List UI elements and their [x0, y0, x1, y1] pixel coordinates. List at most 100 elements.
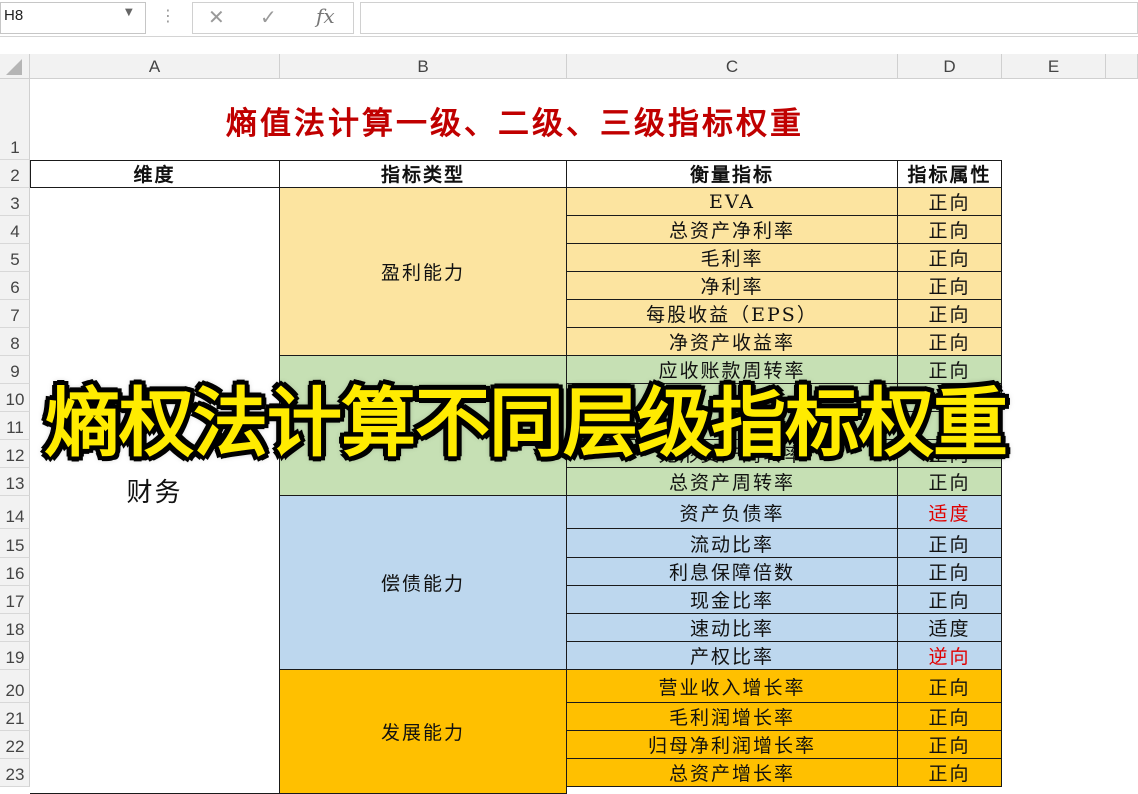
row-header[interactable]: 3	[0, 188, 30, 216]
metric-attribute-cell[interactable]: 正向	[898, 703, 1002, 731]
metric-name-cell[interactable]: 营业收入增长率	[567, 670, 898, 703]
metric-name-cell[interactable]: 流动比率	[567, 529, 898, 558]
chevron-down-icon[interactable]: ▼	[125, 7, 133, 18]
column-header-e[interactable]: E	[1002, 54, 1106, 79]
row-header[interactable]: 21	[0, 703, 30, 731]
metric-name-cell[interactable]: 速动比率	[567, 614, 898, 642]
row-number: 14	[5, 507, 25, 526]
row-header[interactable]: 12	[0, 440, 30, 468]
metric-attribute-cell[interactable]: 正向	[898, 188, 1002, 216]
select-all-icon	[6, 59, 22, 75]
row-header[interactable]: 7	[0, 300, 30, 328]
header-indicator-type: 指标类型	[280, 160, 567, 188]
metric-attribute-cell[interactable]: 正向	[898, 328, 1002, 356]
column-header-extra[interactable]	[1106, 54, 1138, 79]
overlay-banner: 熵权法计算不同层级指标权重	[45, 379, 1008, 467]
indicator-type-cell[interactable]: 发展能力	[280, 670, 567, 794]
row-header[interactable]: 20	[0, 670, 30, 703]
check-icon[interactable]: ✓	[260, 5, 277, 29]
dimension-cell[interactable]: 财务	[30, 188, 280, 794]
metric-attribute-cell[interactable]: 正向	[898, 468, 1002, 496]
row-header[interactable]: 2	[0, 160, 30, 188]
row-number: 22	[5, 737, 25, 756]
more-icon: ⋮	[160, 6, 176, 25]
metric-name-cell[interactable]: 资产负债率	[567, 496, 898, 529]
metric-attribute-cell[interactable]: 正向	[898, 244, 1002, 272]
row-header[interactable]: 13	[0, 468, 30, 496]
row-number: 17	[5, 592, 25, 611]
metric-attribute-cell[interactable]: 适度	[898, 496, 1002, 529]
row-header[interactable]: 9	[0, 356, 30, 384]
column-header-c[interactable]: C	[567, 54, 898, 79]
row-number: 18	[5, 620, 25, 639]
metric-name-cell[interactable]: 产权比率	[567, 642, 898, 670]
header-dimension: 维度	[30, 160, 280, 188]
row-number: 19	[5, 648, 25, 667]
metric-attribute-cell[interactable]: 逆向	[898, 642, 1002, 670]
column-header-d[interactable]: D	[898, 54, 1002, 79]
column-header-b[interactable]: B	[280, 54, 567, 79]
row-header[interactable]: 17	[0, 586, 30, 614]
row-number: 5	[10, 250, 20, 269]
metric-attribute-cell[interactable]: 正向	[898, 670, 1002, 703]
row-header[interactable]: 11	[0, 412, 30, 440]
indicator-type-cell[interactable]: 偿债能力	[280, 496, 567, 670]
row-number: 10	[5, 390, 25, 409]
row-number: 23	[5, 765, 25, 784]
row-number: 12	[5, 446, 25, 465]
row-header[interactable]: 5	[0, 244, 30, 272]
row-header[interactable]: 19	[0, 642, 30, 670]
metric-attribute-cell[interactable]: 正向	[898, 759, 1002, 787]
metric-name-cell[interactable]: 现金比率	[567, 586, 898, 614]
row-number: 9	[10, 362, 20, 381]
metric-attribute-cell[interactable]: 正向	[898, 586, 1002, 614]
row-header[interactable]: 23	[0, 759, 30, 787]
row-header[interactable]: 18	[0, 614, 30, 642]
row-number: 7	[10, 306, 20, 325]
metric-attribute-cell[interactable]: 正向	[898, 216, 1002, 244]
row-number: 2	[10, 166, 20, 185]
fx-icon[interactable]: fx	[316, 4, 335, 28]
close-icon[interactable]: ✕	[208, 5, 225, 29]
row-number: 15	[5, 536, 25, 555]
metric-name-cell[interactable]: 净利率	[567, 272, 898, 300]
metric-attribute-cell[interactable]: 正向	[898, 272, 1002, 300]
row-number: 21	[5, 709, 25, 728]
metric-name-cell[interactable]: 总资产周转率	[567, 468, 898, 496]
row-number: 4	[10, 222, 20, 241]
metric-name-cell[interactable]: 净资产收益率	[567, 328, 898, 356]
metric-name-cell[interactable]: EVA	[567, 188, 898, 216]
formula-input[interactable]	[360, 2, 1138, 34]
metric-attribute-cell[interactable]: 正向	[898, 558, 1002, 586]
row-number: 1	[10, 138, 20, 157]
row-header[interactable]: 22	[0, 731, 30, 759]
row-header[interactable]: 15	[0, 529, 30, 558]
metric-name-cell[interactable]: 总资产增长率	[567, 759, 898, 787]
metric-attribute-cell[interactable]: 正向	[898, 300, 1002, 328]
metric-name-cell[interactable]: 归母净利润增长率	[567, 731, 898, 759]
row-number: 16	[5, 564, 25, 583]
metric-name-cell[interactable]: 毛利率	[567, 244, 898, 272]
row-number: 6	[10, 278, 20, 297]
metric-name-cell[interactable]: 毛利润增长率	[567, 703, 898, 731]
column-header-a[interactable]: A	[30, 54, 280, 79]
metric-attribute-cell[interactable]: 适度	[898, 614, 1002, 642]
row-header[interactable]: 8	[0, 328, 30, 356]
row-number: 20	[5, 681, 25, 700]
row-header[interactable]: 6	[0, 272, 30, 300]
row-header[interactable]: 4	[0, 216, 30, 244]
row-header[interactable]: 14	[0, 496, 30, 529]
metric-name-cell[interactable]: 利息保障倍数	[567, 558, 898, 586]
metric-attribute-cell[interactable]: 正向	[898, 529, 1002, 558]
metric-attribute-cell[interactable]: 正向	[898, 731, 1002, 759]
row-number: 8	[10, 334, 20, 353]
metric-name-cell[interactable]: 总资产净利率	[567, 216, 898, 244]
row-header[interactable]: 10	[0, 384, 30, 412]
row-header[interactable]: 16	[0, 558, 30, 586]
row-header[interactable]: 1	[0, 79, 30, 160]
row-number: 13	[5, 474, 25, 493]
row-number: 11	[6, 418, 24, 437]
metric-name-cell[interactable]: 每股收益（EPS）	[567, 300, 898, 328]
name-box-value: H8	[4, 7, 24, 24]
indicator-type-cell[interactable]: 盈利能力	[280, 188, 567, 356]
